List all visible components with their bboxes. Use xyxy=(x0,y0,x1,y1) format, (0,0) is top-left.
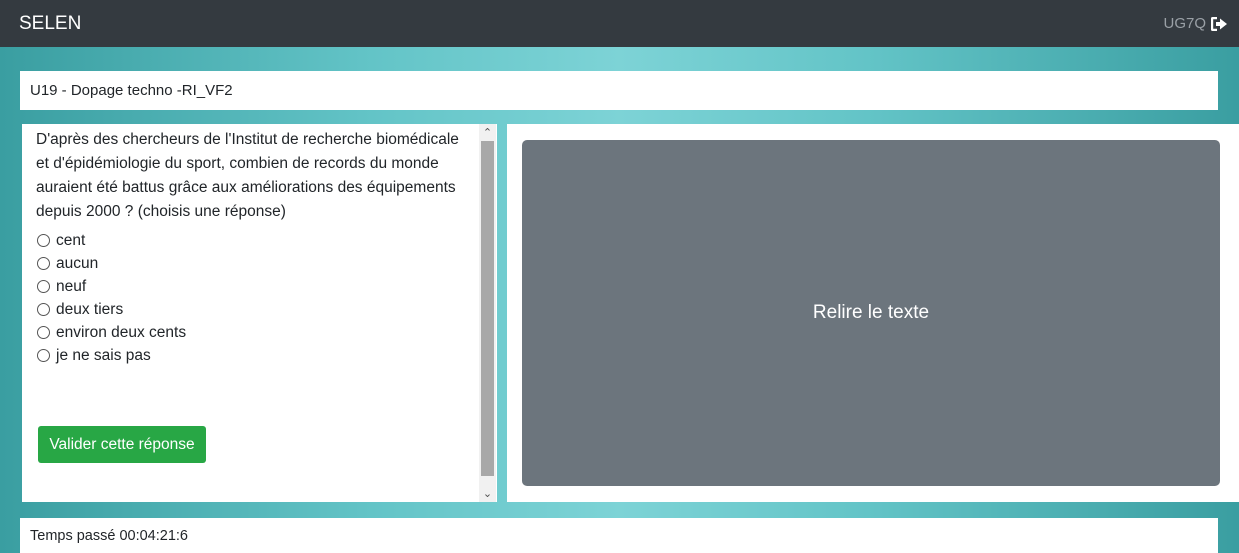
validate-answer-button[interactable]: Valider cette réponse xyxy=(38,426,206,463)
answer-option-cent[interactable]: cent xyxy=(36,229,476,252)
scroll-up-arrow-icon[interactable]: ⌃ xyxy=(479,124,496,141)
option-label: deux tiers xyxy=(56,300,124,318)
option-label: je ne sais pas xyxy=(56,346,151,364)
user-code: UG7Q xyxy=(1163,15,1206,32)
radio-button[interactable] xyxy=(37,326,50,339)
answer-option-environ-deux-cents[interactable]: environ deux cents xyxy=(36,321,476,344)
elapsed-time: Temps passé 00:04:21:6 xyxy=(30,527,188,544)
option-label: cent xyxy=(56,231,86,249)
top-navbar: SELEN UG7Q xyxy=(0,0,1239,47)
user-menu[interactable]: UG7Q xyxy=(1163,15,1228,32)
radio-button[interactable] xyxy=(37,280,50,293)
text-panel: Relire le texte xyxy=(507,124,1239,502)
answer-option-aucun[interactable]: aucun xyxy=(36,252,476,275)
option-label: aucun xyxy=(56,254,99,272)
answer-options: cent aucun neuf deux tiers environ deux … xyxy=(36,229,476,367)
scroll-down-arrow-icon[interactable]: ⌄ xyxy=(479,485,496,502)
app-brand[interactable]: SELEN xyxy=(19,13,81,35)
scrollbar-thumb[interactable] xyxy=(481,141,494,476)
exercise-title: U19 - Dopage techno -RI_VF2 xyxy=(30,82,233,99)
option-label: neuf xyxy=(56,277,87,295)
radio-button[interactable] xyxy=(37,303,50,316)
sign-out-icon[interactable] xyxy=(1210,16,1228,32)
answer-option-neuf[interactable]: neuf xyxy=(36,275,476,298)
radio-button[interactable] xyxy=(37,234,50,247)
answer-option-deux-tiers[interactable]: deux tiers xyxy=(36,298,476,321)
question-text: D'après des chercheurs de l'Institut de … xyxy=(36,131,459,220)
exercise-title-bar: U19 - Dopage techno -RI_VF2 xyxy=(20,71,1218,110)
radio-button[interactable] xyxy=(37,349,50,362)
reread-text-button[interactable]: Relire le texte xyxy=(522,140,1220,486)
question-panel: D'après des chercheurs de l'Institut de … xyxy=(22,124,497,502)
question-content: D'après des chercheurs de l'Institut de … xyxy=(36,128,476,367)
question-scrollbar[interactable]: ⌃ ⌄ xyxy=(479,124,496,502)
option-label: environ deux cents xyxy=(56,323,187,341)
answer-option-je-ne-sais-pas[interactable]: je ne sais pas xyxy=(36,344,476,367)
time-footer: Temps passé 00:04:21:6 xyxy=(20,518,1218,553)
radio-button[interactable] xyxy=(37,257,50,270)
